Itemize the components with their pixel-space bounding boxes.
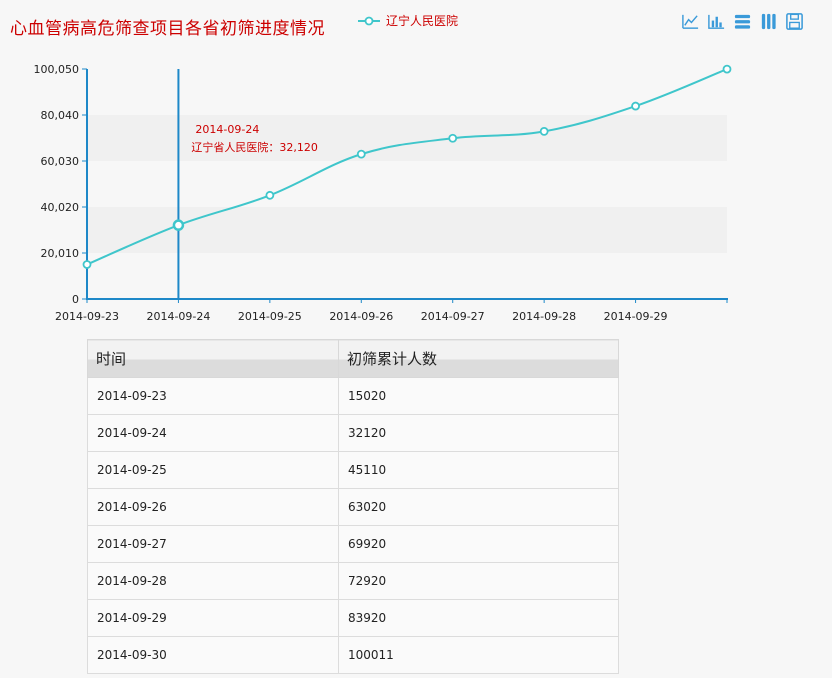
x-tick-label: 2014-09-29 xyxy=(604,310,668,323)
table-row: 2014-09-24 32120 xyxy=(87,414,619,452)
data-point xyxy=(722,64,732,74)
tooltip-date: 2014-09-24 xyxy=(195,123,259,136)
x-tick-label: 2014-09-23 xyxy=(55,310,119,323)
grid-band xyxy=(87,115,727,161)
table-cell-count: 15020 xyxy=(338,377,619,415)
chart-page: 0 20,010 40,020 60,030 80,040 100,050 2014-09… xyxy=(0,0,832,678)
table-row: 2014-09-23 15020 xyxy=(87,377,619,415)
y-tick-label: 60,030 xyxy=(41,155,80,168)
table-header-count: 初筛累计人数 xyxy=(338,339,619,378)
table-cell-date: 2014-09-25 xyxy=(87,451,339,489)
table-cell-count: 45110 xyxy=(338,451,619,489)
grid-band xyxy=(87,207,727,253)
table-cell-date: 2014-09-26 xyxy=(87,488,339,526)
legend[interactable]: 辽宁人民医院 xyxy=(358,12,458,29)
chart-title: 心血管病高危筛查项目各省初筛进度情况 xyxy=(10,19,325,39)
save-icon[interactable] xyxy=(785,12,804,31)
table-header-row: 时间 初筛累计人数 xyxy=(87,339,619,378)
y-tick-label: 0 xyxy=(72,293,79,306)
x-tick-label: 2014-09-27 xyxy=(421,310,485,323)
table-cell-date: 2014-09-30 xyxy=(87,636,339,674)
table-cell-count: 69920 xyxy=(338,525,619,563)
x-tick-label: 2014-09-25 xyxy=(238,310,302,323)
data-point xyxy=(265,190,275,200)
data-point xyxy=(356,149,366,159)
grid-band xyxy=(87,253,727,299)
table-cell-count: 63020 xyxy=(338,488,619,526)
grid-band xyxy=(87,161,727,207)
toolbox xyxy=(681,12,804,31)
table-row: 2014-09-25 45110 xyxy=(87,451,619,489)
table-cell-date: 2014-09-23 xyxy=(87,377,339,415)
y-tick-label: 100,050 xyxy=(34,63,80,76)
grid-bands xyxy=(87,69,727,299)
y-tick-label: 80,040 xyxy=(41,109,80,122)
table-row: 2014-09-30 100011 xyxy=(87,636,619,674)
table-cell-date: 2014-09-28 xyxy=(87,562,339,600)
y-tick-label: 20,010 xyxy=(41,247,80,260)
tooltip-value: 辽宁省人民医院：32,120 xyxy=(191,140,318,154)
bar-chart-icon[interactable] xyxy=(707,12,726,31)
table-row: 2014-09-26 63020 xyxy=(87,488,619,526)
data-point xyxy=(631,101,640,111)
table-row: 2014-09-28 72920 xyxy=(87,562,619,600)
table-cell-date: 2014-09-27 xyxy=(87,525,339,563)
table-row: 2014-09-29 83920 xyxy=(87,599,619,637)
legend-label: 辽宁人民医院 xyxy=(386,14,459,28)
y-tick-label: 40,020 xyxy=(41,201,80,214)
tiled-icon[interactable] xyxy=(759,12,778,31)
table-cell-count: 83920 xyxy=(338,599,619,637)
table-header-time: 时间 xyxy=(87,339,339,378)
line-chart-icon[interactable] xyxy=(681,12,700,31)
table-cell-date: 2014-09-29 xyxy=(87,599,339,637)
stack-icon[interactable] xyxy=(733,12,752,31)
data-point xyxy=(82,260,92,269)
line-chart: 0 20,010 40,020 60,030 80,040 100,050 2014-09… xyxy=(34,63,732,323)
x-tick-label: 2014-09-26 xyxy=(329,310,393,323)
table-cell-date: 2014-09-24 xyxy=(87,414,339,452)
legend-line-icon xyxy=(358,16,380,25)
y-axis: 0 20,010 40,020 60,030 80,040 100,050 xyxy=(34,63,88,306)
x-tick-label: 2014-09-24 xyxy=(146,310,210,323)
x-tick-label: 2014-09-28 xyxy=(512,310,576,323)
table-row: 2014-09-27 69920 xyxy=(87,525,619,563)
data-point xyxy=(172,219,185,231)
table-cell-count: 100011 xyxy=(338,636,619,674)
data-point xyxy=(448,133,458,143)
data-point xyxy=(539,126,549,136)
data-table: 时间 初筛累计人数 2014-09-23 15020 2014-09-24 32… xyxy=(87,339,619,674)
x-axis: 2014-09-23 2014-09-24 2014-09-25 2014-09-26… xyxy=(55,298,728,323)
table-cell-count: 32120 xyxy=(338,414,619,452)
table-cell-count: 72920 xyxy=(338,562,619,600)
